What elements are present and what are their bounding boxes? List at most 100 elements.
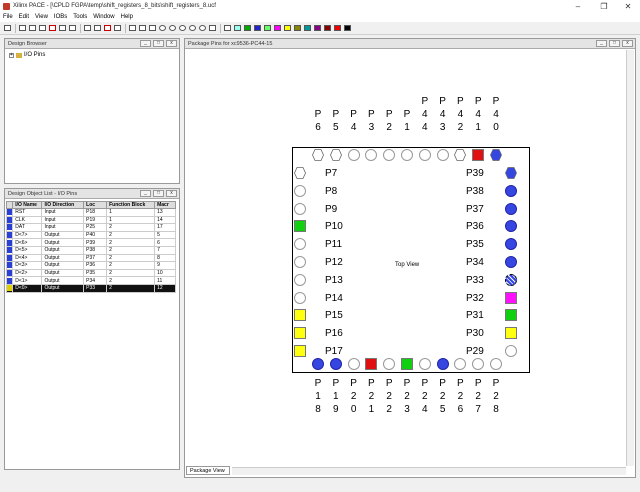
cell-function-block[interactable]: 2	[106, 261, 156, 270]
color-swatch-cyan-icon[interactable]	[233, 24, 241, 32]
pin-glyph[interactable]	[490, 149, 502, 161]
pin-glyph[interactable]	[329, 149, 342, 161]
cell-function-block[interactable]: 2	[106, 253, 156, 263]
pin-glyph[interactable]	[505, 345, 517, 357]
pin-glyph[interactable]	[472, 149, 485, 161]
cell-io-direction[interactable]: Output	[41, 230, 85, 240]
color-swatch-red-icon[interactable]	[333, 24, 341, 32]
cell-macrocell[interactable]: 13	[154, 208, 176, 217]
cell-loc[interactable]: P34	[83, 276, 108, 285]
zoom-full-icon[interactable]	[198, 24, 206, 32]
pin-glyph[interactable]	[505, 256, 517, 268]
cell-io-name[interactable]: D<0>	[12, 283, 43, 293]
table-row[interactable]: DAT Input P25 2 17	[5, 223, 176, 232]
zoom-in-icon[interactable]	[158, 24, 166, 32]
cell-function-block[interactable]: 2	[106, 238, 156, 247]
pin-glyph[interactable]	[436, 149, 449, 161]
menu-iobs[interactable]: IOBs	[51, 14, 70, 20]
panel-restore-button[interactable]: □	[153, 190, 164, 197]
cell-io-direction[interactable]: Output	[41, 238, 85, 247]
menu-file[interactable]: File	[0, 14, 16, 20]
cell-function-block[interactable]: 2	[106, 230, 156, 240]
cell-function-block[interactable]: 2	[106, 223, 156, 232]
pin-glyph[interactable]	[418, 358, 431, 370]
view-icon[interactable]	[148, 24, 156, 32]
zoom-area-icon[interactable]	[188, 24, 196, 32]
pin-glyph[interactable]	[294, 167, 306, 179]
undo-icon[interactable]	[58, 24, 66, 32]
zoom-out-icon[interactable]	[168, 24, 176, 32]
expand-icon[interactable]: +	[9, 52, 14, 58]
copy-icon[interactable]	[28, 24, 36, 32]
pin-glyph[interactable]	[454, 149, 467, 161]
pin-glyph[interactable]	[401, 358, 413, 370]
tab-package-view[interactable]: Package View	[186, 466, 230, 475]
header-io-name[interactable]: I/O Name	[12, 201, 43, 209]
menu-help[interactable]: Help	[118, 14, 136, 20]
pin-glyph[interactable]	[294, 220, 306, 233]
cell-io-name[interactable]: D<3>	[12, 261, 43, 270]
cell-io-direction[interactable]: Output	[41, 261, 85, 270]
cell-macrocell[interactable]: 8	[154, 253, 176, 263]
save-icon[interactable]	[3, 24, 11, 32]
menu-view[interactable]: View	[32, 14, 51, 20]
pin-glyph[interactable]	[294, 273, 306, 286]
cell-io-name[interactable]: DAT	[12, 223, 43, 232]
paste-icon[interactable]	[38, 24, 46, 32]
area-icon[interactable]	[113, 24, 121, 32]
pin-glyph[interactable]	[347, 358, 360, 370]
cell-io-name[interactable]: D<1>	[12, 276, 43, 285]
cell-io-direction[interactable]: Output	[41, 283, 85, 293]
color-swatch-black-icon[interactable]	[343, 24, 351, 32]
cell-function-block[interactable]: 1	[106, 215, 156, 225]
pin-glyph[interactable]	[294, 327, 306, 340]
pin-glyph[interactable]	[365, 358, 378, 370]
cell-loc[interactable]: P36	[83, 261, 108, 270]
cell-io-direction[interactable]: Output	[41, 253, 85, 263]
header-io-direction[interactable]: I/O Direction	[41, 201, 85, 209]
table-row[interactable]: D<7> Output P40 2 5	[5, 230, 176, 240]
redo-icon[interactable]	[68, 24, 76, 32]
cell-io-name[interactable]: D<6>	[12, 238, 43, 247]
table-row[interactable]: RST Input P18 1 13	[5, 208, 176, 217]
cell-macrocell[interactable]: 9	[154, 261, 176, 270]
color-swatch-blue-icon[interactable]	[253, 24, 261, 32]
cell-loc[interactable]: P40	[83, 230, 108, 240]
color-swatch-maroon-icon[interactable]	[323, 24, 331, 32]
color-swatch-teal-icon[interactable]	[303, 24, 311, 32]
panel-minimize-button[interactable]: _	[140, 40, 151, 47]
cell-io-name[interactable]: CLK	[12, 215, 43, 225]
cell-function-block[interactable]: 2	[106, 283, 156, 293]
pin-glyph[interactable]	[312, 149, 324, 161]
pin-glyph[interactable]	[505, 184, 517, 197]
pin-glyph[interactable]	[490, 358, 502, 370]
cell-function-block[interactable]: 2	[106, 276, 156, 285]
pin-glyph[interactable]	[436, 358, 449, 370]
tree-item-io-pins[interactable]: + I/O Pins	[9, 52, 45, 58]
cell-io-name[interactable]: D<2>	[12, 268, 43, 278]
pin-glyph[interactable]	[505, 327, 517, 340]
cell-macrocell[interactable]: 10	[154, 268, 176, 278]
cell-io-name[interactable]: D<7>	[12, 230, 43, 240]
pin-glyph[interactable]	[505, 273, 517, 286]
color-swatch-purple-icon[interactable]	[313, 24, 321, 32]
cell-io-direction[interactable]: Output	[41, 276, 85, 285]
grid-icon[interactable]	[138, 24, 146, 32]
cell-macrocell[interactable]: 7	[154, 245, 176, 255]
pin-glyph[interactable]	[505, 291, 517, 304]
cell-io-direction[interactable]: Input	[41, 215, 85, 225]
cell-io-direction[interactable]: Input	[41, 223, 85, 232]
table-row[interactable]: D<3> Output P36 2 9	[5, 261, 176, 270]
cell-macrocell[interactable]: 17	[154, 223, 176, 232]
pin-glyph[interactable]	[294, 256, 306, 268]
panel-close-button[interactable]: x	[166, 190, 177, 197]
cell-macrocell[interactable]: 14	[154, 215, 176, 225]
pointer-icon[interactable]	[83, 24, 91, 32]
color-swatch-white-icon[interactable]	[223, 24, 231, 32]
cell-loc[interactable]: P35	[83, 268, 108, 278]
pin-glyph[interactable]	[294, 309, 306, 322]
cell-io-direction[interactable]: Input	[41, 208, 85, 217]
horizontal-scrollbar[interactable]	[232, 467, 626, 475]
cell-io-direction[interactable]: Output	[41, 268, 85, 278]
color-swatch-yellow-icon[interactable]	[283, 24, 291, 32]
